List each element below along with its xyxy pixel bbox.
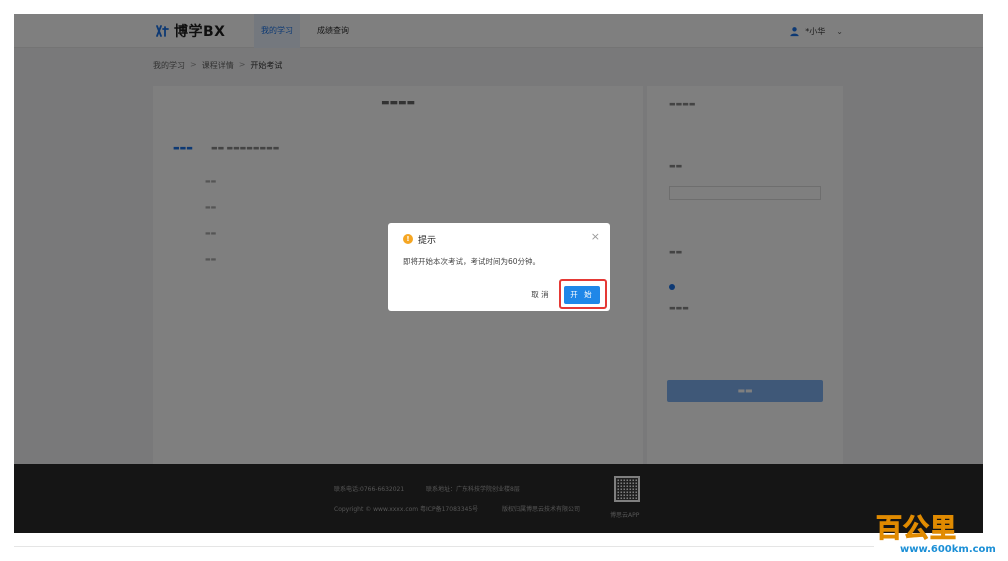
- dialog-title: 提示: [418, 236, 437, 246]
- app-window: 博学BX 我的学习 成绩查询 *小华 ⌄ 我的学习 > 课程详情 > 开始考试 …: [14, 14, 983, 533]
- close-icon[interactable]: ×: [591, 231, 600, 243]
- page-divider: [14, 546, 874, 547]
- watermark-url: www.600km.com: [900, 544, 996, 555]
- start-exam-dialog: ! 提示 × 即将开始本次考试，考试时间为60分钟。 取 消 开 始: [388, 223, 610, 311]
- dialog-message: 即将开始本次考试，考试时间为60分钟。: [403, 257, 541, 266]
- cancel-button[interactable]: 取 消: [527, 287, 553, 303]
- site-watermark: 百公里 www.600km.com: [872, 508, 1004, 558]
- watermark-logo: 百公里: [875, 514, 958, 545]
- start-button[interactable]: 开 始: [564, 286, 600, 304]
- warning-icon: !: [403, 234, 413, 244]
